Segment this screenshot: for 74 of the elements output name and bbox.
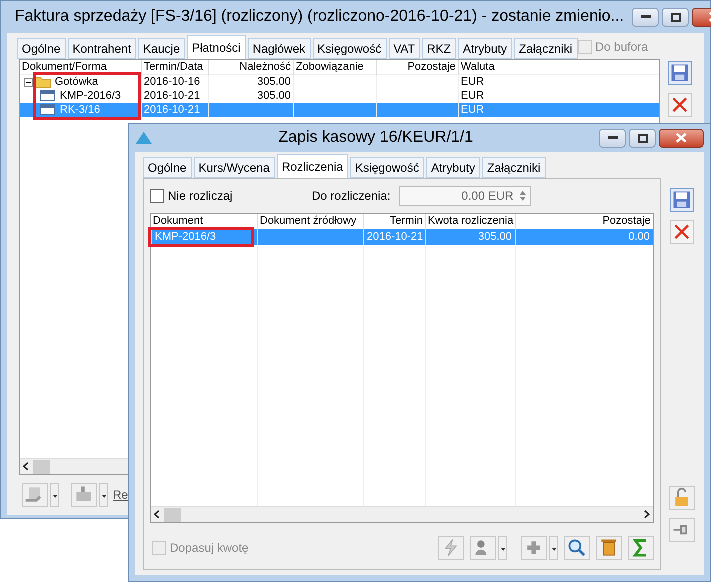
delete-icon[interactable] — [668, 93, 692, 117]
tree-label: KMP-2016/3 — [59, 89, 122, 103]
close-button[interactable] — [659, 128, 704, 148]
checkbox-label: Dopasuj kwotę — [170, 540, 249, 557]
table-cell: 305.00 — [425, 229, 515, 245]
column-header[interactable]: Termin/Data — [141, 60, 208, 75]
table-cell: EUR — [458, 75, 659, 89]
column-header[interactable]: Zobowiązanie — [293, 60, 376, 75]
sigma-icon[interactable] — [628, 536, 654, 560]
save-icon[interactable] — [670, 188, 694, 212]
delete-icon[interactable] — [670, 220, 694, 244]
tab[interactable]: Ogólne — [143, 157, 192, 178]
maximize-icon — [638, 134, 648, 142]
tab[interactable]: Księgowość — [312, 38, 387, 59]
document-icon — [40, 104, 56, 116]
window-title: Zapis kasowy 16/KEUR/1/1 — [278, 128, 474, 148]
tree-label: Gotówka — [54, 75, 100, 89]
save-icon[interactable] — [668, 61, 692, 85]
collapse-toggle-icon[interactable] — [24, 78, 33, 86]
column-header[interactable]: Waluta — [458, 60, 659, 75]
table-cell: 305.00 — [208, 75, 293, 89]
scroll-thumb[interactable] — [33, 460, 50, 474]
table-cell: 2016-10-21 — [363, 229, 425, 245]
tab[interactable]: Ogólne — [17, 38, 66, 59]
tab[interactable]: Płatności — [187, 35, 246, 59]
checkbox-label: Nie rozliczaj — [168, 188, 233, 205]
document-icon — [40, 90, 56, 102]
pin-icon[interactable] — [669, 518, 695, 542]
triangle-logo-icon — [135, 131, 153, 145]
minimize-button[interactable] — [632, 8, 660, 26]
scroll-thumb[interactable] — [164, 508, 181, 522]
tab[interactable]: Nagłówek — [248, 38, 311, 59]
trash-icon[interactable] — [596, 536, 622, 560]
checkbox-label: Do bufora — [596, 39, 648, 56]
table-cell: 0.00 — [515, 229, 653, 245]
tree-label: RK-3/16 — [59, 103, 102, 117]
minimize-button[interactable] — [599, 128, 626, 148]
window-title: Faktura sprzedaży [FS-3/16] (rozliczony) (rozliczono-2016-10-21) - zostanie zmienio... — [15, 7, 624, 27]
minimize-icon — [640, 15, 651, 19]
tab[interactable]: Załączniki — [482, 157, 546, 178]
minimize-icon — [608, 136, 618, 140]
column-header[interactable]: Dokument/Forma — [20, 60, 141, 75]
scroll-right-icon[interactable] — [644, 510, 650, 519]
table-cell: 2016-10-21 — [141, 103, 208, 117]
tab[interactable]: Kaucje — [138, 38, 186, 59]
maximize-icon — [670, 12, 681, 22]
table-cell: 2016-10-16 — [141, 75, 208, 89]
scroll-left-icon[interactable] — [154, 510, 160, 519]
column-header[interactable]: Pozostaje — [376, 60, 458, 75]
column-header[interactable]: Należność — [208, 60, 293, 75]
horizontal-scrollbar[interactable] — [151, 506, 653, 522]
table-cell: EUR — [458, 103, 659, 117]
tab[interactable]: VAT — [388, 38, 420, 59]
tab[interactable]: Załączniki — [514, 38, 578, 59]
tab[interactable]: Atrybuty — [458, 38, 512, 59]
folder-icon — [35, 76, 51, 88]
search-icon[interactable] — [564, 536, 590, 560]
padlock-icon[interactable] — [669, 486, 695, 510]
checkbox[interactable] — [150, 189, 164, 203]
scroll-left-icon[interactable] — [23, 462, 29, 471]
maximize-button[interactable] — [629, 128, 656, 148]
column-header[interactable]: Dokument — [151, 214, 257, 229]
maximize-button[interactable] — [662, 8, 690, 26]
tab[interactable]: Kontrahent — [68, 38, 136, 59]
amount-field[interactable]: 0.00 EUR — [398, 186, 531, 206]
field-label: Do rozliczenia: — [312, 188, 391, 205]
tab[interactable]: Księgowość — [350, 157, 424, 178]
close-icon — [676, 133, 687, 143]
tree-row[interactable]: Gotówka 2016-10-16 305.00 EUR — [20, 75, 659, 89]
tab[interactable]: Rozliczenia — [276, 154, 348, 178]
tab[interactable]: Kurs/Wycena — [194, 157, 275, 178]
tab[interactable]: RKZ — [422, 38, 456, 59]
tab[interactable]: Atrybuty — [426, 157, 480, 178]
footer-link[interactable]: Re — [113, 486, 128, 504]
